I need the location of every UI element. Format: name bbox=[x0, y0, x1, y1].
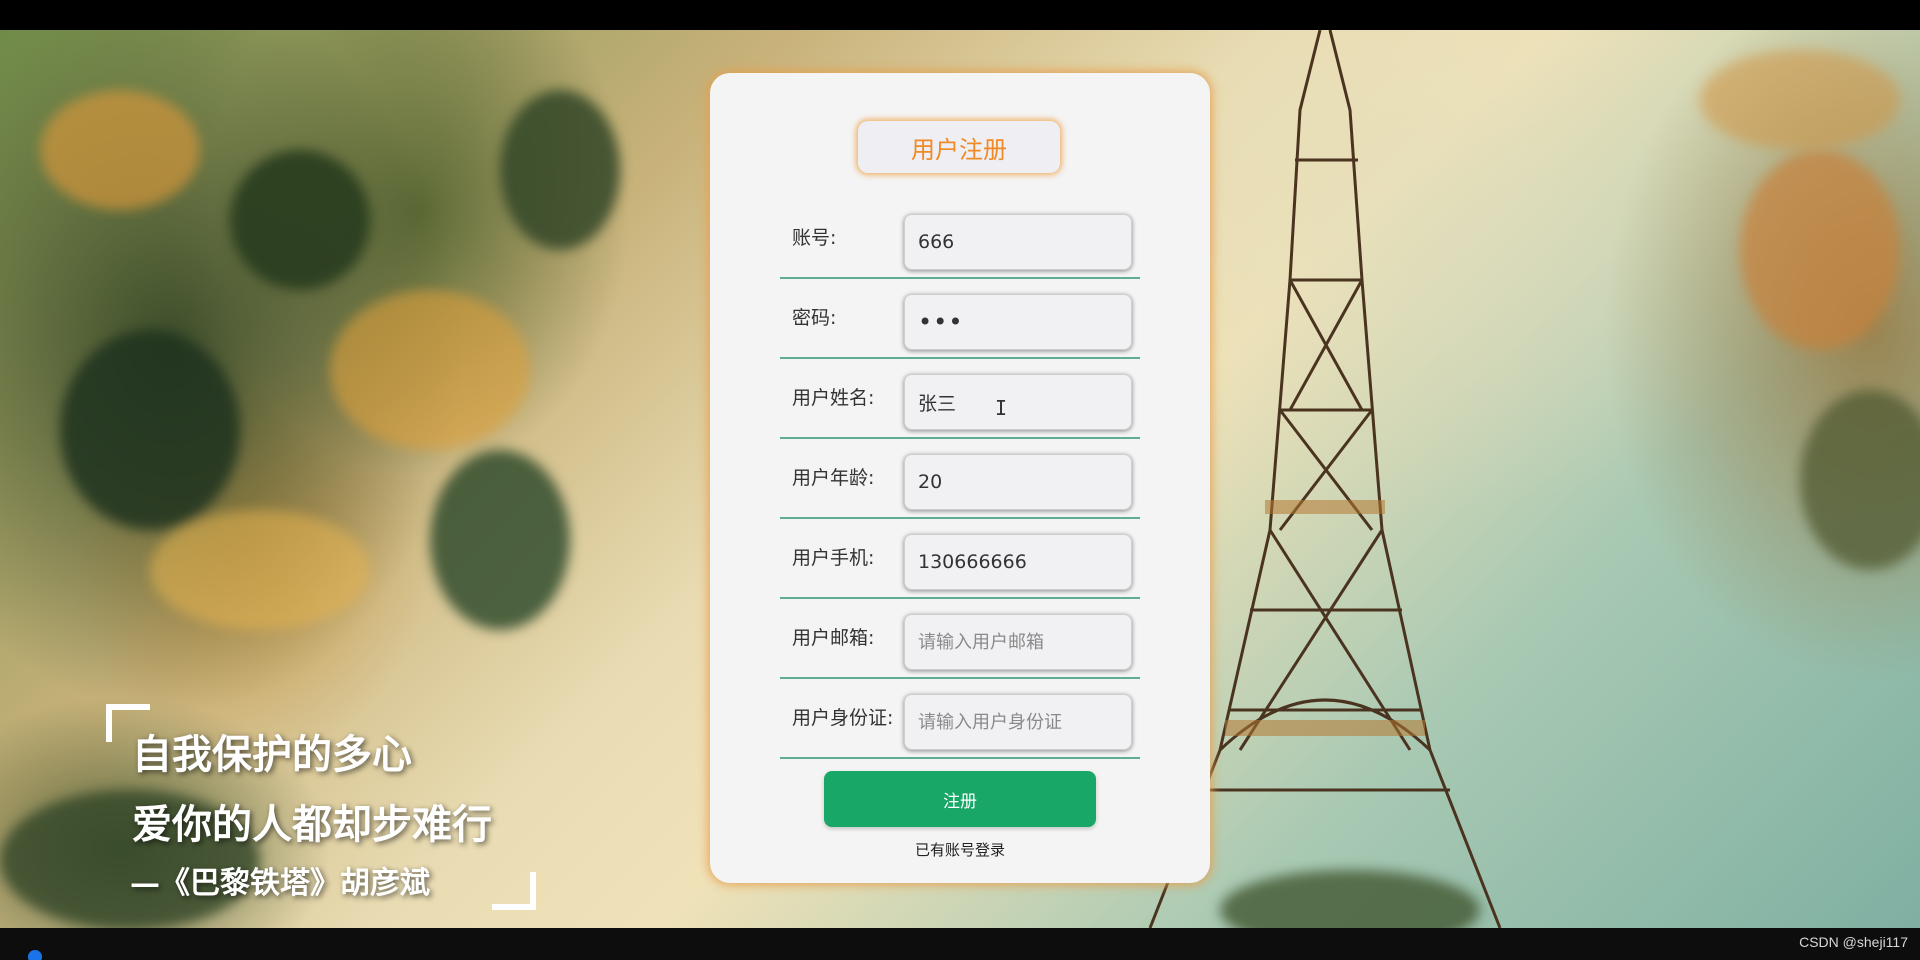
phone-input[interactable] bbox=[904, 534, 1132, 590]
id-card-input[interactable] bbox=[904, 694, 1132, 750]
age-label: 用户年龄: bbox=[792, 467, 875, 489]
form-title: 用户注册 bbox=[858, 121, 1060, 173]
age-input[interactable] bbox=[904, 454, 1132, 510]
watermark: CSDN @sheji117 bbox=[1799, 934, 1908, 950]
password-label: 密码: bbox=[792, 307, 837, 329]
account-label: 账号: bbox=[792, 227, 837, 249]
register-button[interactable]: 注册 bbox=[824, 771, 1096, 827]
field-row-account: 账号: bbox=[780, 199, 1140, 279]
field-row-age: 用户年龄: bbox=[780, 439, 1140, 519]
quote-line-2: 爱你的人都却步难行 bbox=[132, 801, 492, 848]
field-row-password: 密码: bbox=[780, 279, 1140, 359]
login-link[interactable]: 已有账号登录 bbox=[710, 839, 1210, 860]
name-input[interactable] bbox=[904, 374, 1132, 430]
field-row-name: 用户姓名: bbox=[780, 359, 1140, 439]
email-label: 用户邮箱: bbox=[792, 627, 875, 649]
quote-line-3: —《巴黎铁塔》胡彦斌 bbox=[130, 866, 430, 901]
top-black-bar bbox=[0, 0, 1920, 30]
account-input[interactable] bbox=[904, 214, 1132, 270]
field-row-phone: 用户手机: bbox=[780, 519, 1140, 599]
status-dot-icon bbox=[28, 950, 42, 960]
register-card: 用户注册 账号: 密码: 用户姓名: 用户年龄: 用户手机: 用户邮箱: 用户身… bbox=[710, 73, 1210, 883]
password-input[interactable] bbox=[904, 294, 1132, 350]
field-row-email: 用户邮箱: bbox=[780, 599, 1140, 679]
name-label: 用户姓名: bbox=[792, 387, 875, 409]
text-cursor-icon: I bbox=[995, 396, 1008, 420]
quote-line-1: 自我保护的多心 bbox=[132, 731, 412, 778]
bottom-status-bar: CSDN @sheji117 bbox=[0, 928, 1920, 960]
field-row-id-card: 用户身份证: bbox=[780, 679, 1140, 759]
lyric-quote: 自我保护的多心 爱你的人都却步难行 —《巴黎铁塔》胡彦斌 bbox=[100, 700, 560, 928]
quote-bracket-close bbox=[492, 872, 536, 910]
id-card-label: 用户身份证: bbox=[792, 707, 894, 729]
email-input[interactable] bbox=[904, 614, 1132, 670]
phone-label: 用户手机: bbox=[792, 547, 875, 569]
